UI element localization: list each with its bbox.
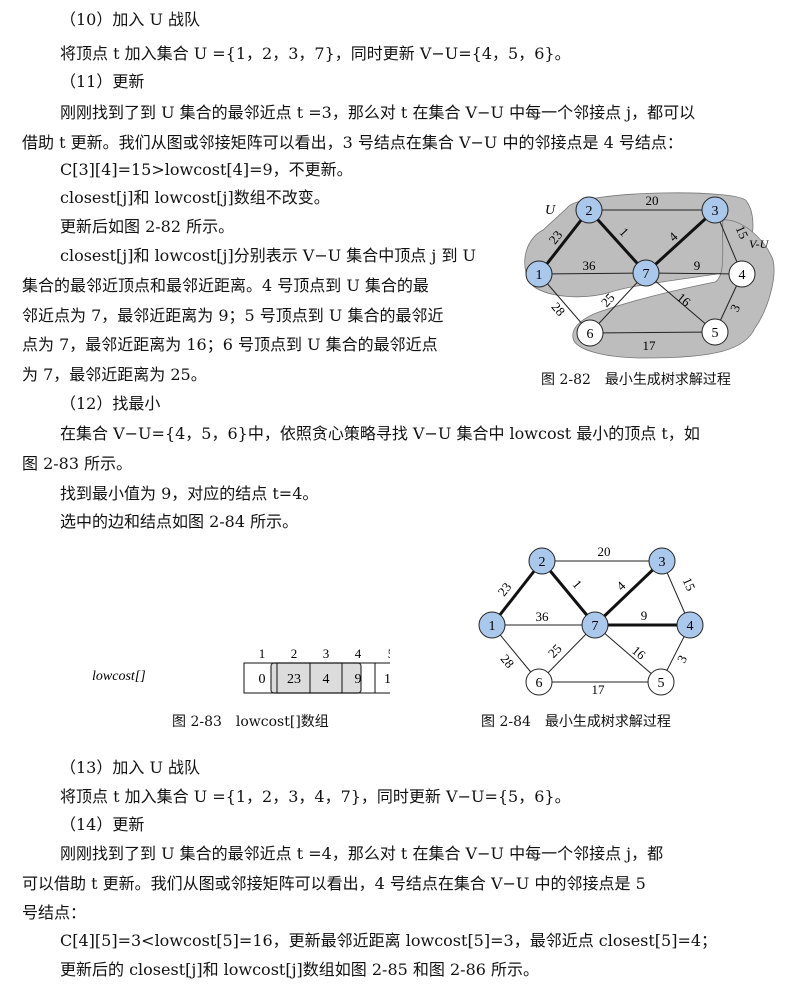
edge-weight: 36 [583,258,597,273]
edge-weight: 4 [613,578,628,594]
graph-node: 5 [701,318,729,346]
s11-figure-ref: 更新后如图 2-82 所示。 [60,217,235,236]
graph-node: 3 [648,547,676,575]
edge-weight: 15 [680,575,699,593]
edge-weight: 16 [629,643,649,663]
edge-weight: 28 [548,299,568,319]
graph-node: 4 [728,260,756,288]
edge-weight: 17 [592,682,606,697]
edge-weight: 9 [694,258,701,273]
svg-text:7: 7 [643,267,650,282]
array-value: 16 [384,672,390,687]
graph-node: 2 [528,547,556,575]
array-index: 5 [388,646,390,661]
array-value: 9 [355,672,362,687]
s11-explain-line: 为 7，最邻近距离为 25。 [22,365,207,384]
svg-text:1: 1 [489,619,496,634]
s12-result-line: 找到最小值为 9，对应的结点 t=4。 [60,484,319,503]
s13-heading: （13）加入 U 战队 [60,758,201,777]
s12-paragraph-line: 图 2-83 所示。 [22,454,133,473]
graph-node: 5 [647,668,675,696]
svg-text:2: 2 [539,555,546,570]
s11-explain-line: closest[j]和 lowcost[j]分别表示 V−U 集合中顶点 j 到… [60,246,477,265]
s11-explain-line: 点为 7，最邻近距离为 16；6 号顶点到 U 集合的最邻近点 [22,335,438,354]
label-u: U [545,203,556,218]
s12-figure-ref: 选中的边和结点如图 2-84 所示。 [60,512,299,531]
array-index: 1 [259,646,266,661]
figure-2-84-caption: 图 2-84 最小生成树求解过程 [481,714,671,730]
edge-weight: 20 [646,193,659,208]
figure-2-84: 20 23 1 4 15 36 9 25 16 28 3 17 1 2 3 4 … [478,544,704,697]
array-index: 2 [291,646,298,661]
edge-weight: 3 [674,653,690,666]
figure-2-82-caption: 图 2-82 最小生成树求解过程 [541,372,731,388]
edge-weight: 36 [536,609,550,624]
s11-paragraph-line: 刚刚找到了到 U 集合的最邻近点 t =3，那么对 t 在集合 V−U 中每一个… [60,103,696,122]
s14-paragraph-line: 可以借助 t 更新。我们从图或邻接矩阵可以看出，4 号结点在集合 V−U 中的邻… [22,874,646,893]
svg-text:3: 3 [659,555,666,570]
graph-node: 1 [525,260,553,288]
edge-weight: 20 [598,544,611,559]
s14-update-line: C[4][5]=3<lowcost[5]=16，更新最邻近距离 lowcost[… [60,931,718,950]
array-value: 0 [259,672,266,687]
graph-node: 4 [676,611,704,639]
s14-figure-ref: 更新后的 closest[j]和 lowcost[j]数组如图 2-85 和图 … [60,960,540,979]
s11-explain-line: 集合的最邻近顶点和最邻近距离。4 号顶点到 U 集合的最 [22,276,429,295]
figure-2-82: 20 23 1 4 15 36 9 25 16 28 3 17 U V-U 1 … [524,192,775,359]
graph-node: 7 [581,611,609,639]
graph-node: 2 [575,196,603,224]
edge-weight: 9 [641,608,648,623]
svg-text:7: 7 [592,619,599,634]
label-v-minus-u: V-U [749,237,770,251]
array-value: 23 [287,672,301,687]
figure-2-83-caption: 图 2-83 lowcost[]数组 [172,714,329,730]
s11-explain-line: 邻近点为 7，最邻近距离为 9；5 号顶点到 U 集合的最邻近 [22,306,444,325]
svg-text:1: 1 [536,268,543,283]
s14-paragraph-line: 刚刚找到了到 U 集合的最邻近点 t =4，那么对 t 在集合 V−U 中每一个… [60,844,664,863]
edge-weight: 28 [498,651,518,671]
graph-node: 6 [576,319,604,347]
s10-body: 将顶点 t 加入集合 U ={1，2，3，7}，同时更新 V−U={4，5，6}… [60,44,571,63]
s14-heading: （14）更新 [60,815,145,834]
s12-paragraph-line: 在集合 V−U={4，5，6}中，依照贪心策略寻找 V−U 集合中 lowcos… [60,424,700,443]
s11-paragraph-line: 借助 t 更新。我们从图或邻接矩阵可以看出，3 号结点在集合 V−U 中的邻接点… [22,133,683,152]
svg-text:4: 4 [687,619,694,634]
svg-text:3: 3 [712,204,719,219]
graph-node: 3 [701,196,729,224]
edge-weight: 17 [643,338,657,353]
s11-arrays-line: closest[j]和 lowcost[j]数组不改变。 [60,188,330,207]
s10-heading: （10）加入 U 战队 [60,10,201,29]
array-index: 3 [323,646,330,661]
svg-text:5: 5 [658,676,665,691]
figure-2-83: lowcost[] 1 2 3 4 5 6 7 0 23 4 9 16 25 1 [92,646,390,694]
s13-body: 将顶点 t 加入集合 U ={1，2，3，4，7}，同时更新 V−U={5，6}… [60,787,571,806]
s11-compare-line: C[3][4]=15>lowcost[4]=9，不更新。 [60,160,353,179]
svg-text:5: 5 [712,326,719,341]
s12-heading: （12）找最小 [60,394,161,413]
array-label: lowcost[] [92,669,146,684]
s14-paragraph-line: 号结点： [22,903,87,922]
svg-text:6: 6 [536,676,543,691]
graph-node: 7 [632,259,660,287]
array-value: 4 [323,672,330,687]
s11-heading: （11）更新 [60,72,145,91]
edge-weight: 25 [545,641,565,661]
edge-weight: 1 [570,577,586,592]
svg-text:6: 6 [587,327,594,342]
graph-node: 1 [478,611,506,639]
array-index: 4 [355,646,362,661]
svg-text:4: 4 [739,268,746,283]
graph-node: 6 [525,668,553,696]
svg-text:2: 2 [586,204,593,219]
edge-weight: 23 [495,579,515,598]
